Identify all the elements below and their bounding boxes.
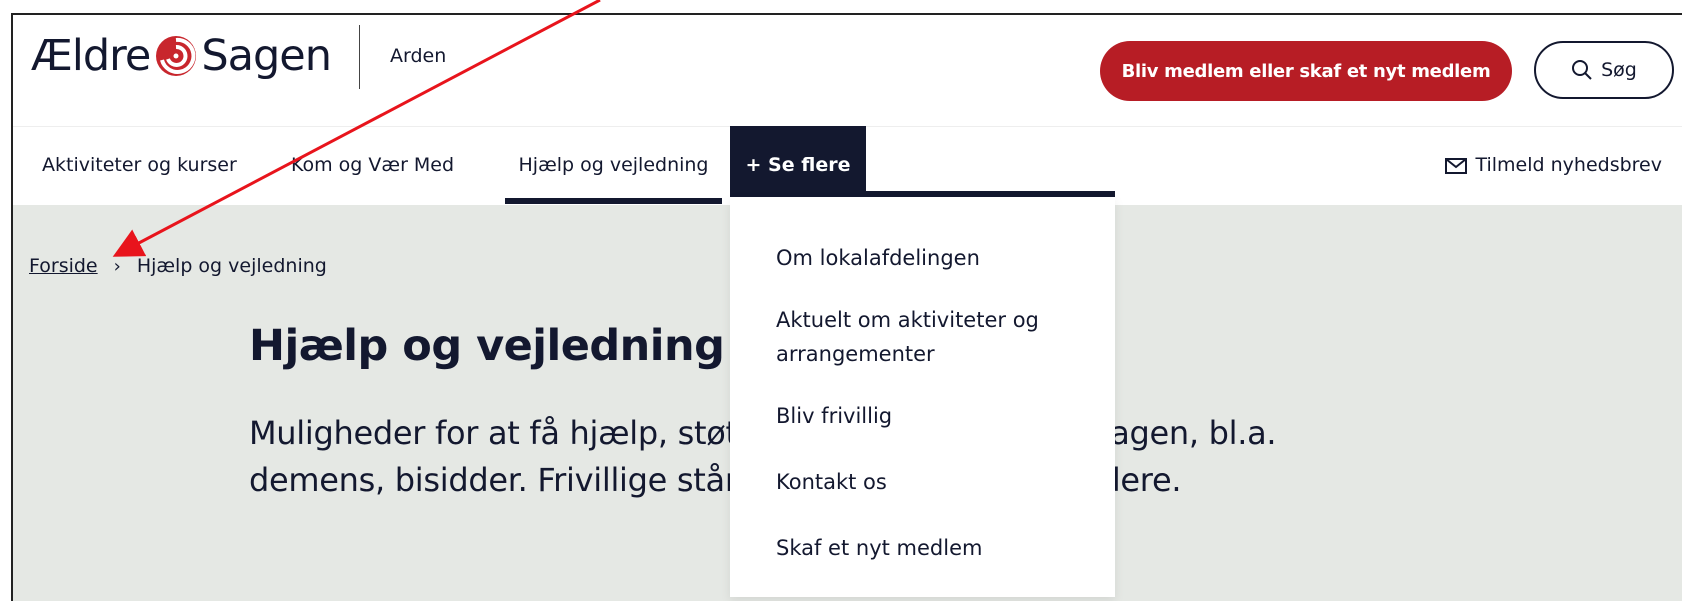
site-header: Ældre Sagen Arden Bliv medlem eller skaf… xyxy=(13,15,1682,126)
become-member-button[interactable]: Bliv medlem eller skaf et nyt medlem xyxy=(1100,41,1512,101)
newsletter-link[interactable]: Tilmeld nyhedsbrev xyxy=(1445,126,1662,205)
active-nav-indicator xyxy=(505,198,722,204)
search-button[interactable]: Søg xyxy=(1534,41,1674,99)
search-button-label: Søg xyxy=(1601,59,1637,81)
nav-item-help[interactable]: Hjælp og vejledning xyxy=(505,126,722,205)
more-dropdown-menu: Om lokalafdelingen Aktuelt om aktivitete… xyxy=(730,197,1115,597)
dropdown-item-aktuelt[interactable]: Aktuelt om aktiviteter og arrangementer xyxy=(776,303,1076,371)
header-divider xyxy=(359,25,360,89)
nav-item-kom-og-vaer-med[interactable]: Kom og Vær Med xyxy=(291,126,454,205)
logo-text-left: Ældre xyxy=(31,31,151,81)
local-branch-name: Arden xyxy=(390,45,447,67)
newsletter-label: Tilmeld nyhedsbrev xyxy=(1475,154,1662,176)
logo-swirl-icon xyxy=(154,34,198,78)
nav-item-activities[interactable]: Aktiviteter og kurser xyxy=(42,126,237,205)
mail-icon xyxy=(1445,157,1468,174)
chevron-right-icon: › xyxy=(113,255,121,277)
dropdown-item-kontakt-os[interactable]: Kontakt os xyxy=(776,465,1076,499)
dropdown-item-bliv-frivillig[interactable]: Bliv frivillig xyxy=(776,399,1076,433)
breadcrumb-current: Hjælp og vejledning xyxy=(136,255,327,277)
dropdown-item-skaf-nyt-medlem[interactable]: Skaf et nyt medlem xyxy=(776,531,1076,565)
aeldre-sagen-logo[interactable]: Ældre Sagen xyxy=(31,31,332,81)
logo-text-right: Sagen xyxy=(201,31,332,81)
browser-viewport: Ældre Sagen Arden Bliv medlem eller skaf… xyxy=(11,13,1682,601)
page-title: Hjælp og vejledning xyxy=(249,321,725,371)
breadcrumb: Forside › Hjælp og vejledning xyxy=(29,255,327,277)
dropdown-item-om-lokalafdelingen[interactable]: Om lokalafdelingen xyxy=(776,241,1076,275)
breadcrumb-home-link[interactable]: Forside xyxy=(29,255,98,277)
search-icon xyxy=(1572,60,1592,80)
